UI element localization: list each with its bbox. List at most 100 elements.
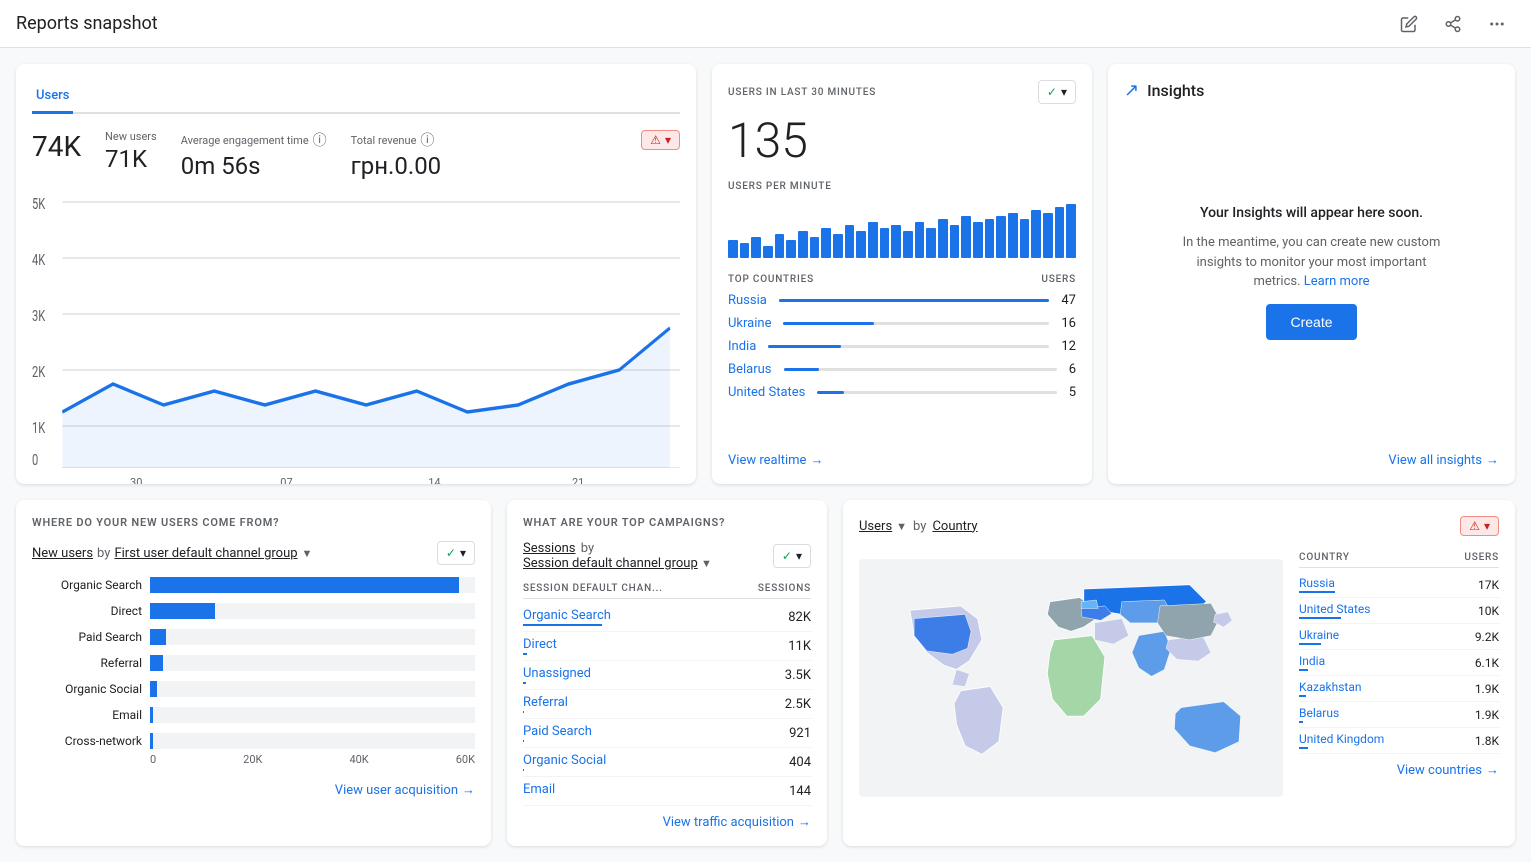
map-country-name-wrap: Kazakhstan [1299,680,1362,697]
campaign-name[interactable]: Organic Search [523,608,611,623]
new-users-dropdown-arrow: ▾ [460,546,466,560]
engagement-value: 0m 56s [181,152,327,180]
rt-country-name[interactable]: Ukraine [728,316,771,331]
campaigns-filter-btn[interactable]: ✓ ▾ [773,544,811,568]
channel-col-header: SESSION DEFAULT CHAN... [523,583,663,594]
view-countries-link[interactable]: View countries → [1397,762,1499,778]
map-country-row: Belarus 1.9K [1299,702,1499,728]
map-country-name[interactable]: India [1299,654,1325,668]
hbar-row: Referral [32,655,475,671]
bottom-row: WHERE DO YOUR NEW USERS COME FROM? New u… [16,500,1515,846]
campaign-name-wrap: Unassigned [523,666,591,684]
rt-country-bar [784,368,820,371]
map-country-row: Russia 17K [1299,572,1499,598]
users-chart: 5K 4K 3K 2K 1K 0 [32,188,680,468]
dropdown-arrow: ▾ [665,133,671,147]
campaign-name-wrap: Email [523,782,555,800]
view-user-acquisition-link[interactable]: View user acquisition → [335,782,475,798]
group-label[interactable]: First user default channel group [114,546,297,561]
chart-x-labels: 30Apr 07May 14 21 [32,472,680,484]
rt-bar [728,240,738,258]
campaign-value: 921 [789,726,811,741]
x-axis-label: 0 [150,753,156,766]
rt-country-name[interactable]: Russia [728,293,767,308]
metric-label[interactable]: New users [32,546,93,561]
map-alert-badge[interactable]: ⚠ ▾ [1460,516,1499,536]
map-country-label[interactable]: Country [932,519,977,534]
map-country-underline [1299,617,1341,619]
channel-group-label[interactable]: Session default channel group [523,556,698,571]
campaign-row: Organic Social 404 [523,748,811,777]
rt-country-name[interactable]: India [728,339,756,354]
page-title: Reports snapshot [16,13,158,34]
header-actions [1391,6,1515,42]
map-country-underline [1299,643,1321,645]
map-table-header: COUNTRY USERS [1299,548,1499,568]
map-country-row: Ukraine 9.2K [1299,624,1499,650]
campaign-name[interactable]: Organic Social [523,753,606,768]
group-dropdown[interactable]: ▼ [302,547,313,560]
map-by-label: by [913,519,926,534]
rt-dropdown-arrow: ▾ [1061,85,1067,99]
campaign-name[interactable]: Referral [523,695,568,710]
realtime-card: USERS IN LAST 30 MINUTES ✓ ▾ 135 USERS P… [712,64,1092,484]
view-realtime-link[interactable]: View realtime → [728,452,1076,468]
campaign-name[interactable]: Paid Search [523,724,592,739]
create-insight-button[interactable]: Create [1266,304,1356,340]
hbar-label: Organic Social [32,682,142,696]
campaign-name[interactable]: Unassigned [523,666,591,681]
new-users-check-icon: ✓ [446,546,456,560]
rt-bar [821,228,831,258]
channel-dropdown[interactable]: ▼ [701,557,712,570]
rt-country-bar-wrap [783,322,1049,325]
map-country-underline [1299,747,1308,749]
rt-filter-btn[interactable]: ✓ ▾ [1038,80,1076,104]
map-country-name[interactable]: Russia [1299,576,1335,590]
users-col-header: USERS [1041,274,1076,285]
hbar-track [150,707,475,723]
map-country-name[interactable]: Belarus [1299,706,1339,720]
country-col-header: COUNTRY [1299,552,1350,563]
rt-country-row: Belarus 6 [728,362,1076,377]
map-country-name[interactable]: Ukraine [1299,628,1339,642]
users-tabs: Users [32,80,680,114]
map-country-val: 1.9K [1475,682,1499,696]
campaign-name-wrap: Paid Search [523,724,592,742]
hbar-row: Direct [32,603,475,619]
rt-bar [985,219,995,258]
campaign-name[interactable]: Direct [523,637,557,652]
view-all-insights-link[interactable]: View all insights → [1388,452,1499,468]
new-users-filter-btn[interactable]: ✓ ▾ [437,541,475,565]
map-country-name[interactable]: United Kingdom [1299,732,1384,746]
view-traffic-acquisition-link[interactable]: View traffic acquisition → [663,814,811,830]
hbar-row: Organic Social [32,681,475,697]
hbar-track [150,655,475,671]
rt-country-name[interactable]: Belarus [728,362,772,377]
sessions-col-header: SESSIONS [758,583,811,594]
check-icon: ✓ [1047,85,1057,99]
tab-users[interactable]: Users [32,80,73,114]
insights-header: ↗ Insights [1124,80,1499,101]
share-button[interactable] [1435,6,1471,42]
engagement-info-icon[interactable]: ⓘ [313,130,327,150]
rt-country-row: United States 5 [728,385,1076,400]
map-country-name[interactable]: United States [1299,602,1370,616]
campaign-name-wrap: Organic Search [523,608,611,626]
campaign-value: 3.5K [785,668,811,683]
rt-country-name[interactable]: United States [728,385,805,400]
learn-more-link[interactable]: Learn more [1304,274,1370,289]
sessions-label[interactable]: Sessions [523,541,576,556]
map-users-label[interactable]: Users [859,519,892,534]
map-content: COUNTRY USERS Russia 17K United States 1… [859,548,1499,808]
revenue-label: Total revenue ⓘ [351,130,442,150]
campaign-row: Direct 11K [523,632,811,661]
svg-text:0: 0 [32,453,38,468]
alert-badge[interactable]: ⚠ ▾ [641,130,680,150]
edit-button[interactable] [1391,6,1427,42]
more-button[interactable] [1479,6,1515,42]
map-country-underline [1299,695,1306,697]
campaign-name[interactable]: Email [523,782,555,797]
map-users-dropdown[interactable]: ▼ [896,520,907,533]
revenue-info-icon[interactable]: ⓘ [420,130,434,150]
map-country-name[interactable]: Kazakhstan [1299,680,1362,694]
